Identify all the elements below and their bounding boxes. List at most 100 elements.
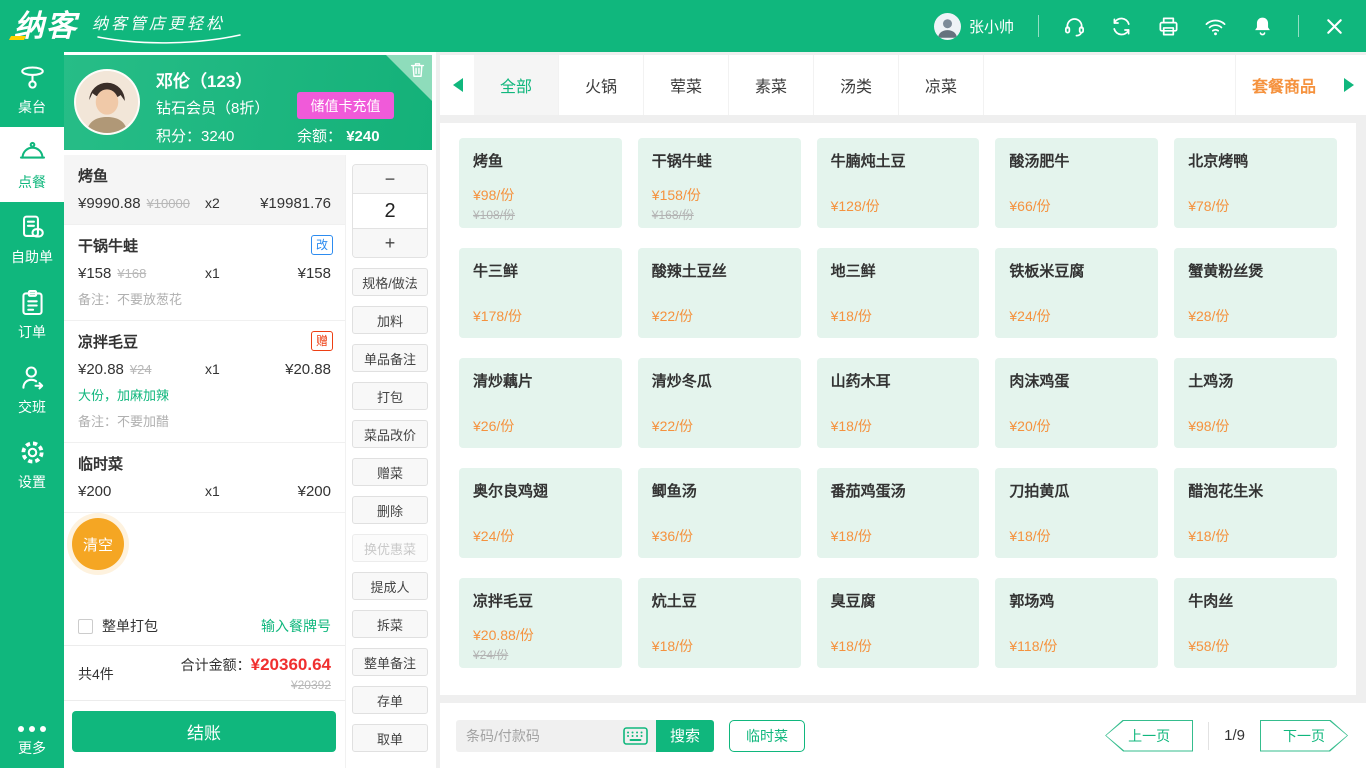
action-button[interactable]: 赠菜 — [352, 458, 428, 486]
sync-icon[interactable] — [1110, 15, 1133, 38]
user-avatar — [934, 13, 961, 40]
modified-badge[interactable]: 改 — [311, 235, 333, 255]
sidebar-item-settings[interactable]: 设置 — [0, 427, 64, 502]
menu-item-card[interactable]: 干锅牛蛙 ¥158/份 ¥168/份 — [638, 138, 801, 228]
dish-name: 山药木耳 — [831, 370, 966, 391]
member-points: 积分：3240 — [156, 125, 234, 146]
sidebar-item-more[interactable]: 更多 — [0, 726, 64, 758]
menu-item-card[interactable]: 炕土豆 ¥18/份 — [638, 578, 801, 668]
remove-member-icon[interactable] — [408, 60, 427, 79]
sidebar-item-shift-change[interactable]: 交班 — [0, 352, 64, 427]
action-button[interactable]: 存单 — [352, 686, 428, 714]
enter-table-number-link[interactable]: 输入餐牌号 — [261, 616, 331, 636]
support-icon[interactable] — [1063, 15, 1086, 38]
bottom-bar: 搜索 临时菜 上一页 1/9 下一页 — [440, 703, 1366, 768]
menu-item-card[interactable]: 烤鱼 ¥98/份 ¥108/份 — [459, 138, 622, 228]
action-button[interactable]: 提成人 — [352, 572, 428, 600]
wifi-icon[interactable] — [1204, 15, 1227, 38]
menu-item-card[interactable]: 酸汤肥牛 ¥66/份 — [995, 138, 1158, 228]
sidebar-nav: 桌台 点餐 自助单 订单 交班 设置 更多 — [0, 52, 64, 768]
menu-item-card[interactable]: 地三鲜 ¥18/份 — [817, 248, 980, 338]
cloche-icon — [18, 138, 47, 167]
menu-item-card[interactable]: 肉沫鸡蛋 ¥20/份 — [995, 358, 1158, 448]
pagination: 上一页 1/9 下一页 — [1105, 720, 1348, 752]
menu-item-card[interactable]: 清炒藕片 ¥26/份 — [459, 358, 622, 448]
menu-item-card[interactable]: 山药木耳 ¥18/份 — [817, 358, 980, 448]
order-item-total: ¥200 — [253, 483, 331, 500]
order-item[interactable]: 干锅牛蛙 改 ¥158¥168 x1 ¥158 备注：不要放葱花 — [64, 225, 345, 321]
top-bar: 纳客 纳客管店更轻松 张小帅 — [0, 0, 1366, 52]
order-item[interactable]: 凉拌毛豆 赠 ¥20.88¥24 x1 ¥20.88 大份，加麻加辣 备注：不要… — [64, 321, 345, 443]
tabs-scroll-left-icon[interactable] — [440, 55, 474, 115]
category-tab[interactable]: 荤菜 — [644, 55, 729, 115]
checkout-button[interactable]: 结账 — [72, 711, 336, 752]
sidebar-item-self-order[interactable]: 自助单 — [0, 202, 64, 277]
menu-item-card[interactable]: 臭豆腐 ¥18/份 — [817, 578, 980, 668]
prev-page-button[interactable]: 上一页 — [1105, 720, 1193, 752]
category-tab[interactable]: 凉菜 — [899, 55, 984, 115]
action-button[interactable]: 整单备注 — [352, 648, 428, 676]
qty-minus-button[interactable]: − — [353, 165, 427, 193]
dish-price: ¥66/份 — [1009, 196, 1144, 216]
category-tab[interactable]: 火锅 — [559, 55, 644, 115]
sidebar-item-order-food[interactable]: 点餐 — [0, 127, 64, 202]
action-button[interactable]: 拆菜 — [352, 610, 428, 638]
dish-price: ¥178/份 — [473, 306, 608, 326]
menu-item-card[interactable]: 牛三鲜 ¥178/份 — [459, 248, 622, 338]
sidebar-item-label: 订单 — [18, 322, 46, 342]
action-button[interactable]: 规格/做法 — [352, 268, 428, 296]
order-item[interactable]: 烤鱼 ¥9990.88¥10000 x2 ¥19981.76 — [64, 155, 345, 225]
sidebar-item-tables[interactable]: 桌台 — [0, 52, 64, 127]
tab-combo-products[interactable]: 套餐商品 — [1236, 55, 1332, 115]
order-item-note: 备注：不要放葱花 — [78, 289, 331, 308]
temp-dish-button[interactable]: 临时菜 — [729, 720, 805, 752]
dish-price: ¥26/份 — [473, 416, 608, 436]
menu-item-card[interactable]: 蟹黄粉丝煲 ¥28/份 — [1174, 248, 1337, 338]
menu-item-card[interactable]: 铁板米豆腐 ¥24/份 — [995, 248, 1158, 338]
order-item[interactable]: 临时菜 ¥200 x1 ¥200 — [64, 443, 345, 513]
action-button[interactable]: 换优惠菜 — [352, 534, 428, 562]
current-user[interactable]: 张小帅 — [934, 13, 1014, 40]
close-icon[interactable] — [1323, 15, 1346, 38]
menu-item-card[interactable]: 凉拌毛豆 ¥20.88/份 ¥24/份 — [459, 578, 622, 668]
search-button[interactable]: 搜索 — [656, 720, 714, 752]
action-button[interactable]: 单品备注 — [352, 344, 428, 372]
menu-item-card[interactable]: 北京烤鸭 ¥78/份 — [1174, 138, 1337, 228]
dish-price: ¥18/份 — [831, 526, 966, 546]
dish-price: ¥58/份 — [1188, 636, 1323, 656]
menu-item-card[interactable]: 番茄鸡蛋汤 ¥18/份 — [817, 468, 980, 558]
menu-item-card[interactable]: 刀拍黄瓜 ¥18/份 — [995, 468, 1158, 558]
clear-order-button[interactable]: 清空 — [72, 518, 124, 570]
action-button[interactable]: 删除 — [352, 496, 428, 524]
action-button[interactable]: 菜品改价 — [352, 420, 428, 448]
menu-item-card[interactable]: 醋泡花生米 ¥18/份 — [1174, 468, 1337, 558]
menu-item-card[interactable]: 土鸡汤 ¥98/份 — [1174, 358, 1337, 448]
menu-item-card[interactable]: 郭场鸡 ¥118/份 — [995, 578, 1158, 668]
qty-plus-button[interactable]: + — [353, 229, 427, 257]
keyboard-icon[interactable] — [623, 727, 648, 745]
bell-icon[interactable] — [1251, 15, 1274, 38]
pack-whole-order-checkbox[interactable] — [78, 619, 93, 634]
tabs-scroll-right-icon[interactable] — [1332, 55, 1366, 115]
recharge-button[interactable]: 储值卡充值 — [297, 92, 394, 119]
order-item-price: ¥9990.88 — [78, 195, 141, 212]
action-button[interactable]: 打包 — [352, 382, 428, 410]
menu-item-card[interactable]: 奥尔良鸡翅 ¥24/份 — [459, 468, 622, 558]
printer-icon[interactable] — [1157, 15, 1180, 38]
menu-item-card[interactable]: 牛腩炖土豆 ¥128/份 — [817, 138, 980, 228]
category-tab[interactable]: 素菜 — [729, 55, 814, 115]
menu-item-card[interactable]: 牛肉丝 ¥58/份 — [1174, 578, 1337, 668]
action-button[interactable]: 取单 — [352, 724, 428, 752]
category-tab[interactable]: 全部 — [474, 55, 559, 115]
next-page-button[interactable]: 下一页 — [1260, 720, 1348, 752]
action-button[interactable]: 加料 — [352, 306, 428, 334]
dish-name: 鲫鱼汤 — [652, 480, 787, 501]
total-original-amount: ¥20392 — [181, 678, 331, 692]
order-item-qty: x1 — [205, 361, 253, 377]
gift-badge[interactable]: 赠 — [311, 331, 333, 351]
menu-item-card[interactable]: 清炒冬瓜 ¥22/份 — [638, 358, 801, 448]
sidebar-item-orders[interactable]: 订单 — [0, 277, 64, 352]
category-tab[interactable]: 汤类 — [814, 55, 899, 115]
menu-item-card[interactable]: 酸辣土豆丝 ¥22/份 — [638, 248, 801, 338]
menu-item-card[interactable]: 鲫鱼汤 ¥36/份 — [638, 468, 801, 558]
